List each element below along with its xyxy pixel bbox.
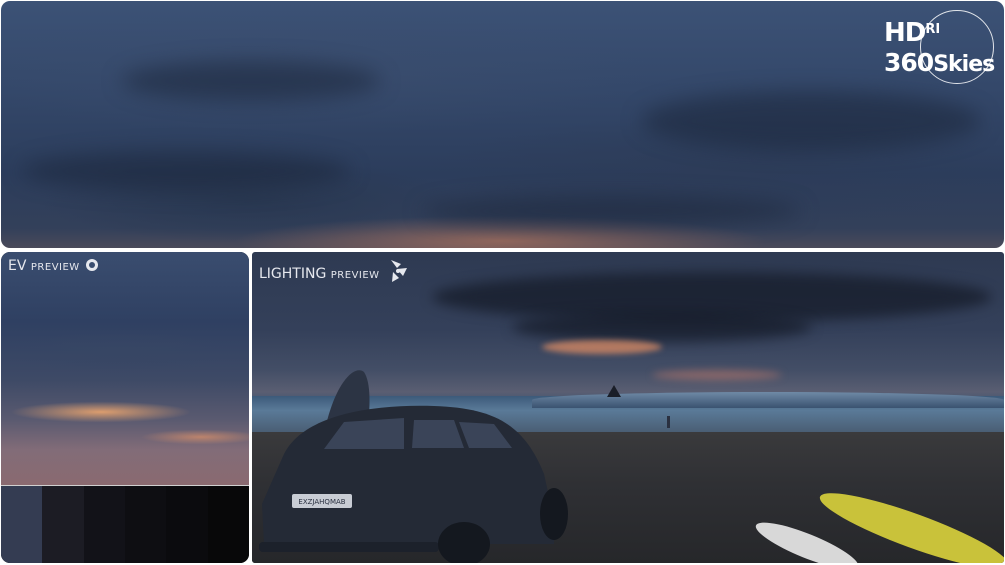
- exposure-cell: [1, 486, 43, 563]
- cloud-shape: [121, 61, 381, 101]
- ev-preview-image: [1, 252, 249, 485]
- aperture-icon: [86, 259, 99, 271]
- ev-preview-panel: EV PREVIEW: [1, 252, 249, 563]
- breaking-wave: [532, 392, 1004, 408]
- lighting-preview-panel: EXZJAHQMAB LIGHTING PREVIEW: [252, 252, 1004, 563]
- cloud-shape: [21, 151, 351, 191]
- exposure-cell: [166, 486, 208, 563]
- light-bulb-icon: [391, 260, 408, 282]
- exposure-cell: [124, 486, 167, 563]
- sky-panorama-image: HDRI 360Skies: [1, 1, 1004, 248]
- logo-line-2: 360Skies: [884, 48, 995, 77]
- exposure-cell: [207, 486, 249, 563]
- cloud-shape: [421, 196, 801, 226]
- license-plate-text: EXZJAHQMAB: [298, 498, 345, 506]
- cloud-shape: [641, 91, 981, 151]
- hdri-360-skies-logo: HDRI 360Skies: [884, 10, 996, 84]
- logo-line-1: HDRI: [884, 18, 941, 48]
- sailboat-icon: [607, 385, 621, 397]
- ev-preview-label: EV PREVIEW: [8, 258, 99, 274]
- cloud-shape: [512, 312, 812, 342]
- vintage-car-silhouette: EXZJAHQMAB: [259, 370, 568, 563]
- exposure-strip: [1, 486, 249, 563]
- lighting-preview-label: LIGHTING PREVIEW: [259, 258, 410, 284]
- hdri-preview-page: HDRI 360Skies EV PREVIEW EXZJAHQMAB LIGH…: [0, 0, 1005, 565]
- person-silhouette: [667, 416, 670, 428]
- sunset-glow: [652, 370, 782, 380]
- exposure-cell: [83, 486, 125, 563]
- exposure-cell: [42, 486, 84, 563]
